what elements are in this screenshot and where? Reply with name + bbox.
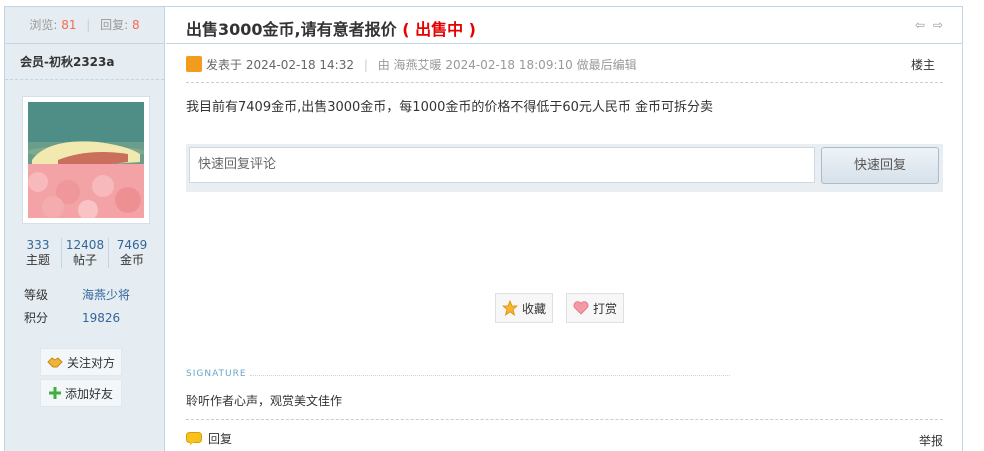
views-label: 浏览: <box>29 18 58 32</box>
count-topics[interactable]: 333 主题 <box>15 238 61 268</box>
author-name[interactable]: 会员-初秋2323a <box>5 44 164 80</box>
views-count: 81 <box>61 18 77 32</box>
count-value: 12408 <box>65 238 105 252</box>
level-label: 等级 <box>24 288 49 302</box>
user-icon <box>186 56 202 72</box>
handshake-icon <box>47 357 63 368</box>
favorite-button[interactable]: 收藏 <box>495 293 554 323</box>
posted-time: 2024-02-18 14:32 <box>245 58 354 72</box>
count-label: 帖子 <box>72 253 97 267</box>
avatar[interactable] <box>22 96 150 224</box>
count-coins[interactable]: 7469 金币 <box>108 238 155 268</box>
count-posts[interactable]: 12408 帖子 <box>61 238 108 268</box>
plus-icon <box>48 387 61 399</box>
post-header: 出售3000金币,请有意者报价 ( 出售中 ) ⇦ ⇨ <box>166 7 963 44</box>
heart-icon <box>573 301 589 315</box>
count-label: 主题 <box>25 253 50 267</box>
points-value: 19826 <box>82 311 121 325</box>
replies-count: 8 <box>132 18 140 32</box>
meta-divider: | <box>363 58 368 72</box>
tip-label: 打赏 <box>593 301 618 316</box>
thread-stats: 浏览: 81 | 回复: 8 <box>5 7 164 44</box>
quick-reply-bar: 快速回复评论 快速回复 <box>186 144 943 192</box>
quick-reply-input[interactable]: 快速回复评论 <box>189 147 815 183</box>
quick-reply-button[interactable]: 快速回复 <box>821 147 939 184</box>
report-link[interactable]: 举报 <box>919 432 943 449</box>
post-frame: 浏览: 81 | 回复: 8 会员-初秋2323a 333 主题 12408 帖… <box>4 6 963 451</box>
add-friend-button[interactable]: 添加好友 <box>40 379 122 407</box>
author-sidebar: 浏览: 81 | 回复: 8 会员-初秋2323a 333 主题 12408 帖… <box>5 7 165 451</box>
posted-prefix: 发表于 <box>206 58 243 72</box>
reply-label: 回复 <box>208 432 233 446</box>
count-label: 金币 <box>119 253 144 267</box>
last-edit-note: 由 海燕艾暖 2024-02-18 18:09:10 做最后编辑 <box>377 58 637 72</box>
points-label: 积分 <box>24 311 49 325</box>
prev-thread-icon[interactable]: ⇦ <box>915 18 925 32</box>
stats-divider: | <box>86 18 91 32</box>
points-row: 积分 19826 <box>24 307 154 330</box>
star-icon <box>502 300 518 316</box>
reply-button[interactable]: 回复 <box>186 430 232 447</box>
avatar-image <box>28 102 144 218</box>
signature-text: 聆听作者心声，观赏美文佳作 <box>186 394 343 408</box>
thread-nav: ⇦ ⇨ <box>915 18 943 32</box>
post-content: 我目前有7409金币,出售3000金币，每1000金币的价格不得低于60元人民币… <box>186 100 714 115</box>
signature-divider <box>250 375 730 376</box>
level-value[interactable]: 海燕少将 <box>82 284 130 307</box>
replies-label: 回复: <box>100 18 129 32</box>
follow-button[interactable]: 关注对方 <box>40 348 122 376</box>
level-row: 等级 海燕少将 <box>24 284 154 307</box>
author-info: 等级 海燕少将 积分 19826 <box>24 284 154 330</box>
count-value: 7469 <box>116 238 148 252</box>
floor-label[interactable]: 楼主 <box>911 55 935 75</box>
tip-button[interactable]: 打赏 <box>566 293 625 323</box>
sale-status-badge: ( 出售中 ) <box>402 20 476 39</box>
add-friend-label: 添加好友 <box>64 386 113 401</box>
author-counts: 333 主题 12408 帖子 7469 金币 <box>15 238 155 268</box>
post-title: 出售3000金币,请有意者报价 ( 出售中 ) <box>186 16 476 40</box>
signature-label: SIGNATURE <box>186 369 247 379</box>
favorite-label: 收藏 <box>522 301 547 316</box>
post-main: 出售3000金币,请有意者报价 ( 出售中 ) ⇦ ⇨ 发表于 2024-02-… <box>166 7 963 451</box>
footer-divider <box>186 419 943 420</box>
post-meta: 发表于 2024-02-18 14:32 | 由 海燕艾暖 2024-02-18… <box>186 55 943 83</box>
next-thread-icon[interactable]: ⇨ <box>933 18 943 32</box>
count-value: 333 <box>26 238 50 252</box>
follow-label: 关注对方 <box>66 355 115 370</box>
speech-bubble-icon <box>186 431 202 445</box>
post-title-text: 出售3000金币,请有意者报价 <box>186 20 397 39</box>
